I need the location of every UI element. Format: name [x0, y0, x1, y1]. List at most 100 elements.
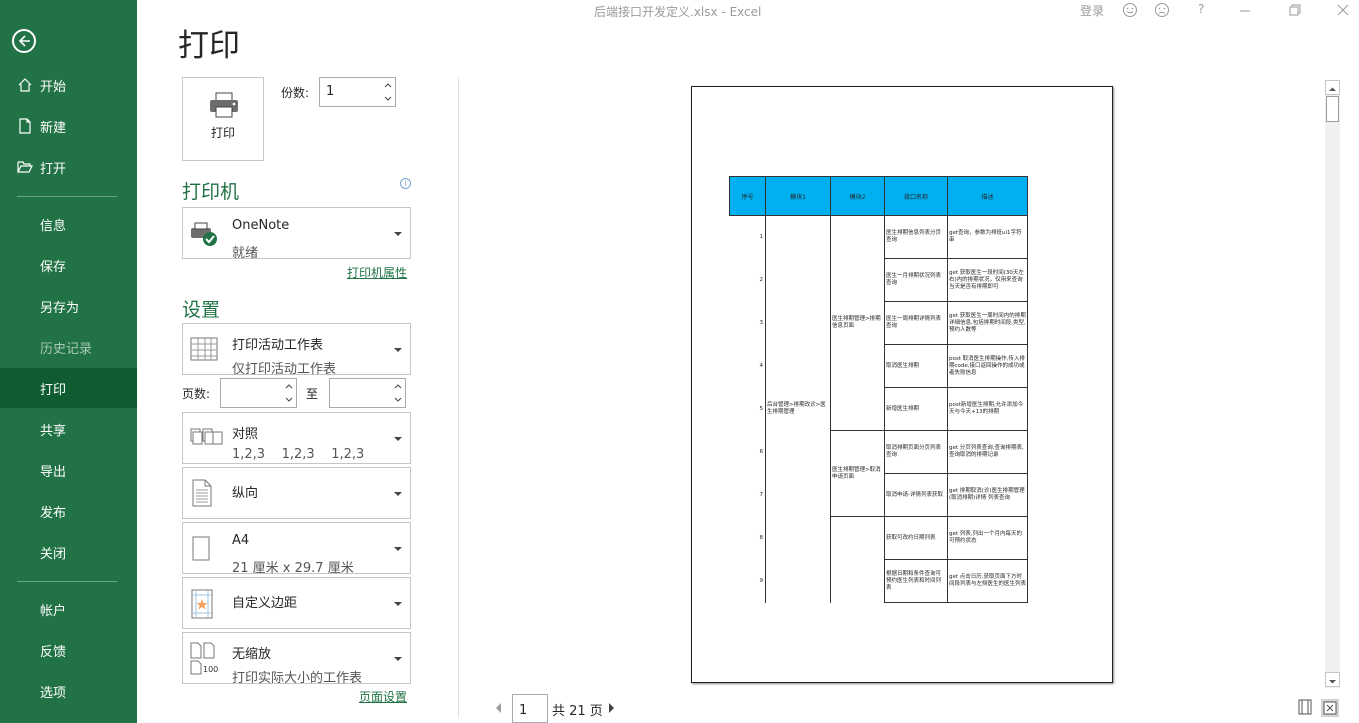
restore-icon[interactable] [1287, 2, 1303, 18]
sidebar-item-label: 开始 [40, 79, 67, 95]
sheet-name-cell: 取消医生排期 [884, 344, 948, 388]
sheet-header-cell: 描述 [947, 176, 1028, 216]
chevron-down-icon [394, 492, 402, 496]
orientation-value: 纵向 [232, 486, 259, 501]
sidebar-item-publish[interactable]: 发布 [0, 491, 137, 531]
print-preview-page: 序号 模块1 模块2 接口名称 描述 1 后台管理>排期改诊>医生排期管理 医生… [691, 86, 1113, 683]
login-link[interactable]: 登录 [1080, 2, 1104, 19]
pages-label: 页数: [182, 387, 211, 401]
show-margins-icon[interactable] [1297, 699, 1315, 717]
sidebar-item-label: 信息 [40, 218, 67, 234]
info-icon[interactable]: i [400, 178, 411, 189]
stepper-down-icon[interactable] [394, 397, 402, 403]
printer-ready-icon [191, 222, 217, 246]
minimize-icon[interactable] [1237, 2, 1253, 18]
sidebar-item-new[interactable]: 新建 [0, 106, 137, 146]
paper-size-sub: 21 厘米 x 29.7 厘米 [232, 561, 354, 576]
sheet-row-number: 1 [759, 233, 764, 240]
printer-icon [210, 92, 238, 118]
sidebar-item-label: 新建 [40, 120, 67, 136]
stepper-down-icon[interactable] [285, 397, 293, 403]
sidebar-item-export[interactable]: 导出 [0, 450, 137, 490]
sheet-desc-cell: get查询，参数为排班ui1字符串 [947, 215, 1028, 259]
stepper-down-icon[interactable] [384, 96, 392, 102]
sidebar-item-label: 帐户 [40, 603, 67, 619]
smile-icon[interactable] [1122, 2, 1138, 18]
previous-page-button[interactable] [496, 703, 501, 713]
worksheet-grid-icon [190, 337, 218, 361]
copies-label: 份数: [281, 86, 310, 100]
chevron-down-icon [394, 232, 402, 236]
sidebar-item-home[interactable]: 开始 [0, 65, 137, 105]
sidebar-item-options[interactable]: 选项 [0, 671, 137, 711]
stepper-up-icon[interactable] [285, 383, 293, 389]
sheet-row-number: 7 [759, 491, 764, 498]
home-icon [17, 77, 33, 93]
pages-to-input[interactable] [329, 378, 406, 408]
sidebar-item-save-as[interactable]: 另存为 [0, 286, 137, 326]
printer-properties-link[interactable]: 打印机属性 [347, 264, 407, 281]
sidebar-item-close[interactable]: 关闭 [0, 532, 137, 572]
chevron-down-icon [394, 547, 402, 551]
scaling-sub: 打印实际大小的工作表 [232, 671, 363, 686]
back-arrow-icon[interactable] [12, 29, 36, 53]
svg-text:100: 100 [203, 665, 218, 674]
help-button[interactable]: ? [1198, 2, 1204, 16]
new-doc-icon [17, 118, 33, 134]
zoom-to-page-icon[interactable] [1321, 699, 1339, 717]
sidebar-item-open[interactable]: 打开 [0, 147, 137, 187]
sheet-module2-cell [830, 516, 885, 603]
sheet-desc-cell: get 点击日历,获取页面下方时间段列表与左侧医生的医生列表 [947, 559, 1028, 603]
sidebar-item-label: 保存 [40, 259, 67, 275]
sheet-name-cell: 新增医生排期 [884, 387, 948, 431]
sidebar-item-history[interactable]: 历史记录 [0, 327, 137, 367]
sheet-row-number: 8 [759, 534, 764, 541]
sheet-row-number: 9 [759, 577, 764, 584]
frown-icon[interactable] [1154, 2, 1170, 18]
sheet-desc-cell: post 取消医生排期操作,传入排期code,接口返回操作的成功或者失败信息 [947, 344, 1028, 388]
scroll-thumb[interactable] [1326, 96, 1339, 122]
panel-divider [458, 78, 459, 718]
sidebar-item-label: 打开 [40, 161, 67, 177]
next-page-button[interactable] [609, 703, 614, 713]
stepper-up-icon[interactable] [394, 383, 402, 389]
printer-select[interactable]: OneNote 就绪 [182, 207, 411, 261]
scroll-down-button[interactable] [1325, 672, 1340, 687]
preview-scrollbar[interactable] [1325, 80, 1340, 688]
margins-select[interactable]: 自定义边距 [182, 577, 411, 629]
sheet-row-number: 3 [759, 319, 764, 326]
close-icon[interactable] [1335, 2, 1351, 18]
paper-size-icon [192, 536, 210, 561]
sidebar-item-save[interactable]: 保存 [0, 245, 137, 285]
sidebar-item-info[interactable]: 信息 [0, 204, 137, 244]
pages-from-input[interactable] [220, 378, 297, 408]
sheet-header-cell: 序号 [729, 176, 766, 216]
title-bar: 后端接口开发定义.xlsx - Excel 登录 ? [137, 0, 1359, 20]
sidebar-item-label: 另存为 [40, 300, 80, 316]
copies-stepper[interactable]: 1 [319, 77, 396, 107]
sidebar-item-print[interactable]: 打印 [0, 368, 137, 408]
current-page-input[interactable]: 1 [512, 694, 548, 723]
collate-select[interactable]: 对照 1,2,3 1,2,3 1,2,3 [182, 412, 411, 464]
orientation-select[interactable]: 纵向 [182, 467, 411, 519]
printer-name: OneNote [232, 218, 290, 233]
paper-size-select[interactable]: A4 21 厘米 x 29.7 厘米 [182, 522, 411, 576]
print-scope-select[interactable]: 打印活动工作表 仅打印活动工作表 [182, 323, 411, 377]
sheet-row-number: 2 [759, 276, 764, 283]
sidebar-divider [17, 196, 117, 197]
stepper-up-icon[interactable] [384, 82, 392, 88]
print-button[interactable]: 打印 [182, 77, 264, 161]
sidebar-item-share[interactable]: 共享 [0, 409, 137, 449]
scaling-main: 无缩放 [232, 647, 272, 662]
sidebar-item-account[interactable]: 帐户 [0, 589, 137, 629]
scroll-up-button[interactable] [1325, 80, 1340, 95]
page-title: 打印 [178, 28, 240, 64]
sidebar-item-label: 关闭 [40, 546, 67, 562]
preview-sheet-table: 序号 模块1 模块2 接口名称 描述 1 后台管理>排期改诊>医生排期管理 医生… [729, 176, 1028, 603]
sheet-desc-cell: get 排期取消(诊)医生排期管理(取消排期)详情 列表查询 [947, 473, 1028, 517]
scaling-select[interactable]: 100 无缩放 打印实际大小的工作表 [182, 632, 411, 686]
page-setup-link[interactable]: 页面设置 [359, 688, 407, 705]
sheet-row-number: 4 [759, 362, 764, 369]
sidebar-item-feedback[interactable]: 反馈 [0, 630, 137, 670]
sheet-module1-cell: 后台管理>排期改诊>医生排期管理 [765, 215, 831, 603]
